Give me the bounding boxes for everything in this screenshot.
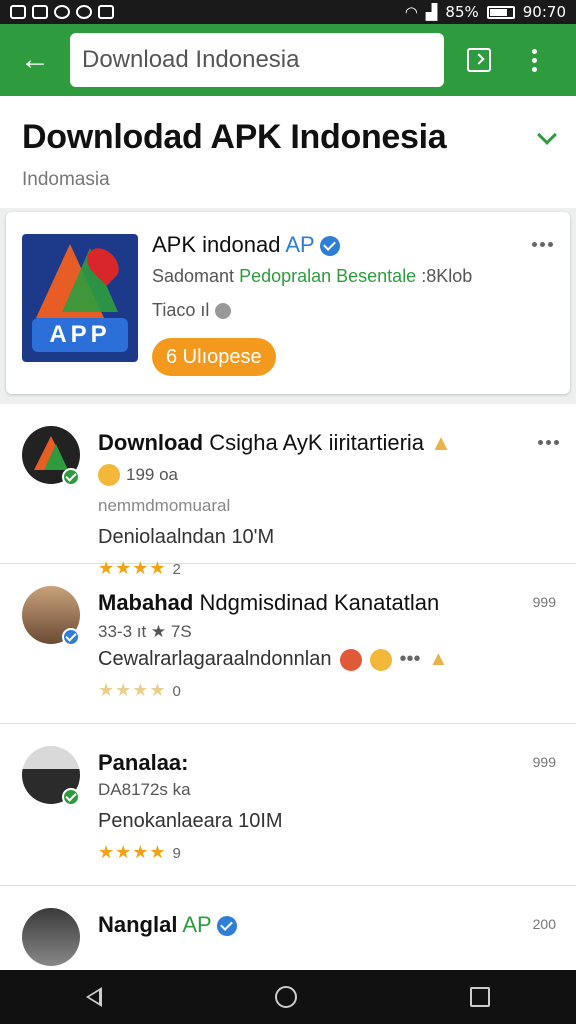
list-item[interactable]: Download Csigha AyK iiritartieria ▲ 199 … bbox=[0, 404, 576, 578]
clock: 90:70 bbox=[522, 3, 566, 21]
more-icon: ••• bbox=[399, 648, 421, 670]
arrow-left-icon: ← bbox=[20, 43, 50, 76]
app-meta: Sadomant Pedopralan Besentale :8Klob bbox=[152, 266, 473, 286]
verified-icon bbox=[320, 236, 341, 257]
signal-icon: ▟ bbox=[425, 3, 438, 21]
list-item-description: Penokanlaeara 10IM bbox=[98, 810, 283, 832]
list-item-title: Mabahad Ndgmisdinad Kanatatlan bbox=[98, 590, 440, 615]
notification-icon bbox=[10, 5, 26, 19]
notification-icon bbox=[98, 5, 114, 19]
star-icons: ★★★★ bbox=[98, 680, 167, 700]
verified-icon bbox=[217, 916, 238, 937]
app-name: APK indonad AP bbox=[152, 232, 341, 258]
nav-recents-icon[interactable] bbox=[469, 987, 490, 1007]
star-icons: ★★★★ bbox=[98, 842, 167, 862]
emoji-icon bbox=[339, 648, 362, 671]
rating-count: 0 bbox=[172, 683, 182, 700]
app-card[interactable]: APP APK indonad AP Sadomant Pedopralan B… bbox=[6, 212, 570, 394]
app-logo: APP bbox=[22, 234, 138, 362]
overflow-menu-button[interactable] bbox=[514, 48, 554, 72]
list-item-count: 999 bbox=[532, 594, 556, 610]
page-title: Downlodad APK Indonesia bbox=[22, 118, 447, 156]
page-header: Downlodad APK Indonesia Indomasia bbox=[0, 96, 576, 208]
notification-icon bbox=[54, 5, 70, 19]
notification-icon bbox=[76, 5, 92, 19]
list-item[interactable]: Mabahad Ndgmisdinad Kanatatlan 33-3 ıt ★… bbox=[0, 564, 576, 724]
search-input[interactable]: Download Indonesia bbox=[70, 33, 444, 87]
rating-count: 9 bbox=[172, 845, 182, 862]
rating: ★★★★ 9 bbox=[98, 842, 182, 863]
battery-icon bbox=[486, 5, 515, 19]
list-item-tagline: nemmdmomuaral bbox=[98, 496, 231, 515]
list-item[interactable]: Nanglal AP 200 bbox=[0, 886, 576, 966]
list-item-count: 999 bbox=[532, 754, 556, 770]
page-subtitle: Indomasia bbox=[22, 169, 110, 190]
verified-badge-icon bbox=[62, 468, 80, 486]
list-item-title: Nanglal AP bbox=[98, 912, 238, 938]
bell-icon: ▲ bbox=[428, 648, 449, 670]
list-item-description: Cewalrarlagaraalndonnlan ••• ▲ bbox=[98, 648, 449, 671]
app-bar: ← Download Indonesia bbox=[0, 24, 576, 96]
results-list: Download Csigha AyK iiritartieria ▲ 199 … bbox=[0, 404, 576, 970]
app-logo-text: APP bbox=[32, 318, 128, 352]
emoji-icon bbox=[98, 464, 120, 486]
search-query: Download Indonesia bbox=[82, 46, 300, 73]
battery-percent: 85% bbox=[445, 3, 479, 21]
verified-badge-icon bbox=[62, 788, 80, 806]
app-meta-secondary: Tiaco ıl bbox=[152, 300, 232, 321]
nav-back-icon[interactable] bbox=[86, 987, 103, 1007]
bell-icon: ▲ bbox=[430, 430, 452, 455]
rating: ★★★★ 0 bbox=[98, 680, 182, 701]
list-item[interactable]: Panalaa: DA8172s ka Penokanlaeara 10IM ★… bbox=[0, 724, 576, 886]
list-item-count: 200 bbox=[532, 916, 556, 932]
notification-icons bbox=[10, 5, 114, 19]
wifi-icon: ◠ bbox=[404, 3, 418, 21]
list-item-meta: 33-3 ıt ★ 7S bbox=[98, 622, 192, 641]
emoji-icon bbox=[369, 648, 392, 671]
back-button[interactable]: ← bbox=[0, 24, 70, 96]
status-bar: ◠ ▟ 85% 90:70 bbox=[0, 0, 576, 24]
list-item-meta: DA8172s ka bbox=[98, 780, 191, 799]
system-nav-bar bbox=[0, 970, 576, 1024]
list-item-description: Deniolaalndan 10'M bbox=[98, 526, 275, 548]
open-external-icon bbox=[467, 48, 491, 72]
list-item-meta: 199 oa bbox=[98, 464, 178, 486]
list-item-title: Panalaa: bbox=[98, 750, 189, 775]
list-item-title: Download Csigha AyK iiritartieria ▲ bbox=[98, 430, 452, 455]
verified-badge-icon bbox=[62, 628, 80, 646]
globe-icon bbox=[215, 302, 232, 319]
avatar bbox=[22, 908, 80, 966]
open-external-button[interactable] bbox=[444, 48, 514, 72]
more-options-icon[interactable] bbox=[538, 440, 560, 445]
nav-home-icon[interactable] bbox=[274, 986, 297, 1008]
notification-icon bbox=[32, 5, 48, 19]
install-button[interactable]: 6 Ulıopese bbox=[152, 338, 276, 376]
more-options-icon[interactable] bbox=[532, 242, 554, 247]
